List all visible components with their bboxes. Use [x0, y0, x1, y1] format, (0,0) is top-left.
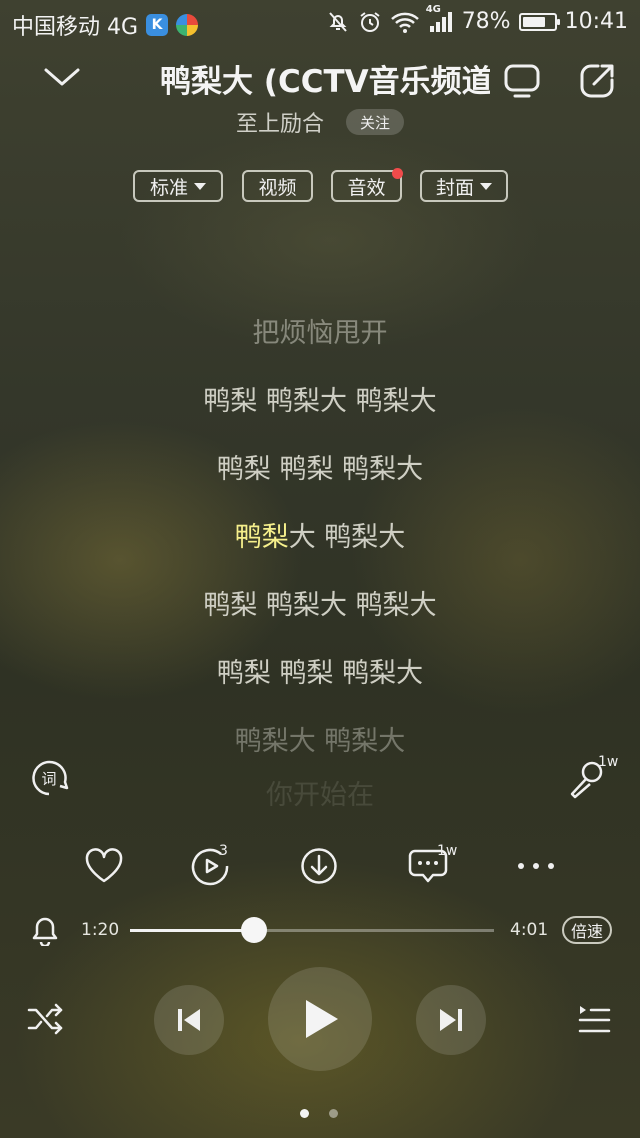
karaoke-count: 1w [598, 754, 619, 770]
share-icon[interactable] [578, 62, 616, 100]
progress-knob[interactable] [240, 917, 267, 943]
effects-label: 音效 [347, 176, 386, 199]
shuffle-icon[interactable] [26, 1000, 66, 1038]
status-bar: 中国移动 4G K 4G 78% 10:41 [0, 0, 640, 48]
signal-icon: 4G [426, 4, 454, 34]
battery-icon [518, 12, 560, 31]
progress-played [130, 929, 254, 932]
comment-count: 1w [437, 843, 458, 859]
mute-icon [326, 10, 350, 34]
lyrics-icon[interactable]: 词 [29, 758, 69, 798]
quality-selector[interactable]: 标准 [133, 170, 223, 202]
progress-bar[interactable] [130, 917, 494, 943]
status-left: 中国移动 4G K [12, 9, 199, 41]
clock: 10:41 [564, 9, 628, 34]
song-title: 鸭梨大 (CCTV音乐频道 [160, 64, 490, 100]
quality-label: 标准 [149, 176, 188, 199]
total-time: 4:01 [510, 920, 549, 940]
round-app-icon [176, 14, 199, 36]
lyric-line: 鸭梨 鸭梨大 鸭梨大 [203, 590, 437, 621]
more-icon[interactable] [516, 858, 556, 874]
previous-icon [175, 1006, 203, 1034]
alarm-bell-icon[interactable] [30, 914, 60, 946]
video-button[interactable]: 视频 [242, 170, 313, 202]
playlist-icon[interactable] [576, 1002, 612, 1036]
next-button[interactable] [416, 985, 486, 1055]
battery-percent: 78% [461, 9, 511, 34]
network-badge: 4G [425, 3, 441, 15]
mv-count: 3 [219, 843, 228, 859]
follow-button[interactable]: 关注 [346, 109, 404, 135]
wifi-icon [390, 10, 420, 34]
previous-button[interactable] [154, 985, 224, 1055]
lyric-line: 鸭梨 鸭梨大 鸭梨大 [203, 386, 437, 417]
new-dot-badge [392, 168, 403, 179]
carrier-label: 中国移动 4G [12, 15, 139, 40]
play-icon [300, 997, 340, 1041]
caret-down-icon [194, 182, 206, 190]
lyric-sung-part: 鸭梨 [234, 522, 289, 553]
elapsed-time: 1:20 [81, 920, 120, 940]
video-label: 视频 [258, 176, 297, 199]
lyric-line: 你开始在 [266, 780, 374, 811]
cover-label: 封面 [435, 176, 474, 199]
lyric-line: 鸭梨 鸭梨 鸭梨大 [216, 454, 424, 485]
heart-icon[interactable] [84, 848, 124, 884]
alarm-icon [358, 10, 382, 34]
svg-text:词: 词 [41, 770, 56, 788]
play-button[interactable] [268, 967, 372, 1071]
speed-button[interactable]: 倍速 [562, 916, 612, 944]
lyric-line-current: 鸭梨大 鸭梨大 [0, 504, 640, 572]
pager-dot[interactable] [329, 1109, 338, 1118]
lyric-line: 把烦恼甩开 [252, 318, 388, 349]
next-icon [437, 1006, 465, 1034]
cover-selector[interactable]: 封面 [420, 170, 508, 202]
lyric-line: 鸭梨大 鸭梨大 [234, 726, 406, 757]
artist-name[interactable]: 至上励合 [236, 106, 324, 138]
caret-down-icon [480, 182, 492, 190]
download-icon[interactable] [300, 847, 338, 885]
status-right: 4G 78% 10:41 [326, 4, 628, 34]
pager-dot-active[interactable] [300, 1109, 309, 1118]
lyric-unsung-part: 大 鸭梨大 [288, 522, 406, 553]
k-app-icon: K [146, 14, 169, 36]
lyric-line: 鸭梨 鸭梨 鸭梨大 [216, 658, 424, 689]
lyrics-panel[interactable]: 把烦恼甩开 鸭梨 鸭梨大 鸭梨大 鸭梨 鸭梨 鸭梨大 鸭梨大 鸭梨大 鸭梨 鸭梨… [0, 300, 640, 816]
chevron-down-icon[interactable] [42, 62, 82, 92]
tv-cast-icon[interactable] [503, 62, 541, 100]
